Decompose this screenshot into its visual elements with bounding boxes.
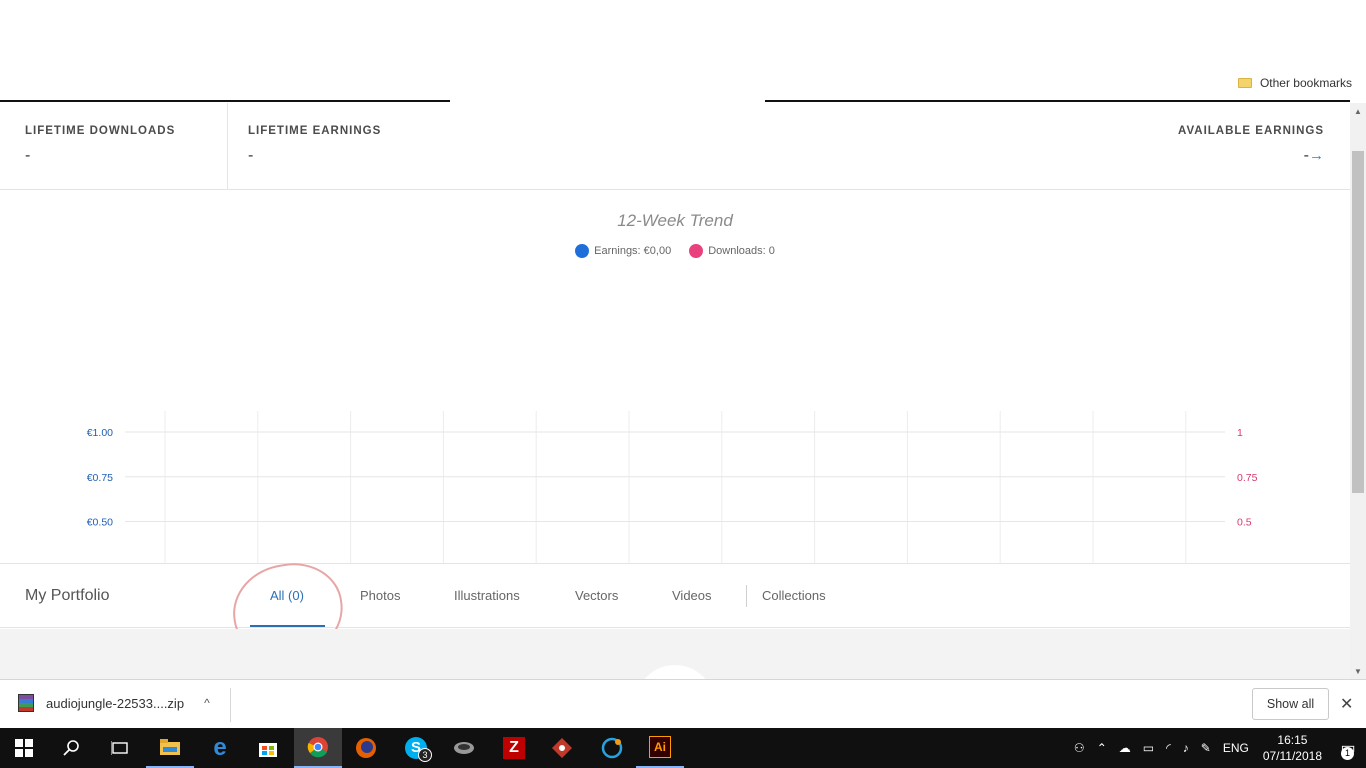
skype-badge: 3 <box>418 748 432 762</box>
firefox-icon[interactable] <box>342 728 390 768</box>
portfolio-content <box>0 629 1350 679</box>
scroll-up-icon[interactable]: ▲ <box>1350 105 1366 119</box>
lifetime-downloads-value: - <box>25 147 31 164</box>
tab-collections[interactable]: Collections <box>762 588 826 603</box>
clock-time: 16:15 <box>1277 733 1308 747</box>
task-view-icon[interactable] <box>96 728 144 768</box>
system-tray: ⚇ ⌃ ☁ ▭ ◜ ♪ ✎ ENG 16:15 07/11/2018 ▭ 1 <box>1068 728 1366 768</box>
tab-vectors[interactable]: Vectors <box>575 588 618 603</box>
left-axis-tick: €0.75 <box>87 472 113 484</box>
folder-icon <box>1237 78 1252 88</box>
left-axis-tick: €0.50 <box>87 517 113 529</box>
notification-count: 1 <box>1341 747 1354 760</box>
edge-icon[interactable]: e <box>196 728 244 768</box>
illustrator-icon[interactable]: Ai <box>636 728 684 768</box>
tab-photos[interactable]: Photos <box>360 588 400 603</box>
browser-top-area: Other bookmarks <box>0 0 1366 102</box>
skype-icon[interactable]: S 3 <box>392 728 440 768</box>
tab-illustrations[interactable]: Illustrations <box>454 588 520 603</box>
stats-divider <box>227 103 228 189</box>
chrome-icon[interactable] <box>294 728 342 768</box>
lifetime-earnings-label: LIFETIME EARNINGS <box>248 125 382 137</box>
language-indicator[interactable]: ENG <box>1223 741 1249 755</box>
download-separator <box>230 688 231 722</box>
tab-videos[interactable]: Videos <box>672 588 712 603</box>
store-icon[interactable] <box>244 728 292 768</box>
filezilla-icon[interactable]: Z <box>490 728 538 768</box>
people-icon[interactable]: ⚇ <box>1074 741 1085 755</box>
start-icon[interactable] <box>0 728 48 768</box>
right-axis-tick: 0.5 <box>1237 517 1252 529</box>
volume-icon[interactable]: ♪ <box>1183 741 1189 755</box>
clock[interactable]: 16:15 07/11/2018 <box>1263 732 1322 764</box>
battery-icon[interactable]: ▭ <box>1143 741 1154 755</box>
dashboard-page: LIFETIME DOWNLOADS - LIFETIME EARNINGS -… <box>0 103 1350 679</box>
close-icon[interactable]: ✕ <box>1340 694 1353 714</box>
file-explorer-icon[interactable] <box>146 728 194 768</box>
right-axis-tick: 1 <box>1237 427 1243 439</box>
download-file-name[interactable]: audiojungle-22533....zip <box>46 696 184 711</box>
action-center-icon[interactable]: ▭ 1 <box>1330 728 1366 768</box>
app-icon[interactable] <box>440 728 488 768</box>
download-shelf: audiojungle-22533....zip ^ Show all ✕ <box>0 679 1366 728</box>
trend-chart: 12-Week Trend Earnings: €0,00 Downloads:… <box>0 191 1350 563</box>
show-all-button[interactable]: Show all <box>1252 688 1329 720</box>
chart-plot: €1.00€0.75€0.50€0.2510.750.50.25Aug 20Au… <box>87 411 1258 563</box>
sync-icon[interactable] <box>588 728 636 768</box>
other-bookmarks[interactable]: Other bookmarks <box>1237 76 1352 90</box>
page-scrollbar[interactable]: ▲ ▼ <box>1350 103 1366 679</box>
left-axis-tick: €1.00 <box>87 427 113 439</box>
available-earnings-value[interactable]: -→ <box>1178 147 1324 165</box>
onedrive-icon[interactable]: ☁ <box>1119 741 1131 755</box>
windows-taskbar: e S 3 Z Ai ⚇ ⌃ ☁ ▭ ◜ ♪ ✎ ENG 16:15 07/11… <box>0 728 1366 768</box>
pen-icon[interactable]: ✎ <box>1201 741 1211 755</box>
lifetime-earnings-value: - <box>248 147 254 164</box>
stats-bar: LIFETIME DOWNLOADS - LIFETIME EARNINGS -… <box>0 103 1350 190</box>
search-icon[interactable] <box>48 728 96 768</box>
download-item[interactable]: audiojungle-22533....zip ^ <box>18 694 210 712</box>
tray-expand-icon[interactable]: ⌃ <box>1097 741 1107 755</box>
other-bookmarks-label: Other bookmarks <box>1259 76 1352 90</box>
tab-separator <box>746 585 747 607</box>
portfolio-title: My Portfolio <box>25 587 110 604</box>
portfolio-bar: My Portfolio All (0) Photos Illustration… <box>0 563 1350 628</box>
content-placeholder <box>635 665 715 679</box>
lifetime-downloads-label: LIFETIME DOWNLOADS <box>25 125 176 137</box>
right-axis-tick: 0.75 <box>1237 472 1258 484</box>
scroll-thumb[interactable] <box>1352 151 1364 493</box>
available-earnings-label: AVAILABLE EARNINGS <box>1178 125 1324 137</box>
zip-archive-icon <box>18 694 34 712</box>
clock-date: 07/11/2018 <box>1262 749 1322 763</box>
wifi-icon[interactable]: ◜ <box>1166 741 1171 755</box>
scroll-down-icon[interactable]: ▼ <box>1350 665 1366 679</box>
arrow-right-icon[interactable]: → <box>1309 147 1324 164</box>
git-icon[interactable] <box>538 728 586 768</box>
chevron-up-icon[interactable]: ^ <box>204 696 210 710</box>
